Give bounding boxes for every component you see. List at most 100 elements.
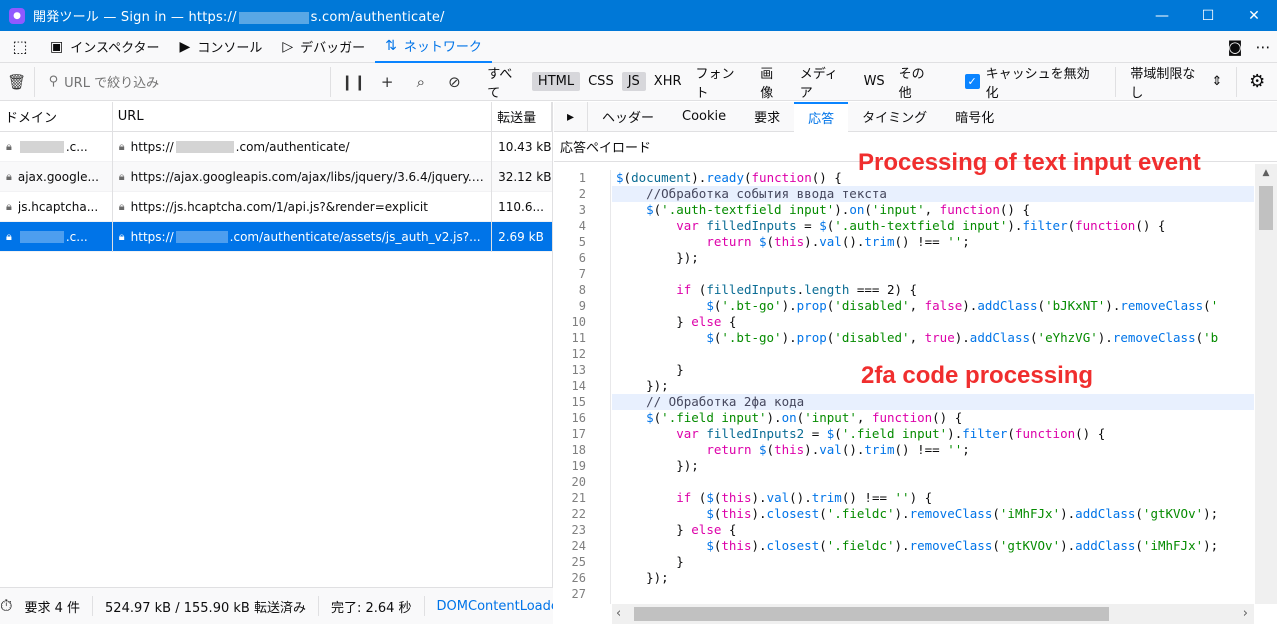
domcontentloaded-time: DOMContentLoaded: [436, 598, 553, 614]
search-icon[interactable]: ⌕: [404, 73, 438, 91]
line-number: 23: [571, 523, 586, 537]
line-number: 20: [571, 475, 586, 489]
type-filters: すべて HTML CSS JS XHR フォント 画像 メディア WS その他: [481, 61, 945, 103]
transfer-summary: 524.97 kB / 155.90 kB 転送済み: [93, 596, 319, 616]
line-number: 21: [571, 491, 586, 505]
scroll-left-icon[interactable]: ‹: [616, 606, 621, 621]
code-line: $(this).closest('.fieldc').removeClass('…: [706, 506, 1219, 521]
screenshot-icon[interactable]: ◙: [1221, 38, 1249, 56]
close-button[interactable]: ✕: [1231, 0, 1277, 31]
clear-requests-icon[interactable]: 🗑: [0, 73, 34, 91]
tab-response[interactable]: 応答: [794, 101, 849, 132]
line-number: 22: [571, 507, 586, 521]
code-line: $('.field input').on('input', function()…: [646, 410, 963, 425]
code-line: }: [616, 554, 684, 569]
scroll-right-icon[interactable]: ›: [1243, 606, 1248, 621]
column-header-size[interactable]: 転送量: [492, 102, 552, 131]
disable-cache-toggle[interactable]: ✓ キャッシュを無効化: [964, 66, 1117, 101]
table-row[interactable]: 🔒︎ .c... 🔒︎ https://.com/authenticate/ 10.…: [0, 131, 552, 162]
filter-css[interactable]: CSS: [582, 72, 620, 91]
code-line: var filledInputs2 = $('.field input').fi…: [676, 426, 1106, 441]
scroll-up-icon[interactable]: ▲: [1255, 168, 1277, 178]
tab-security[interactable]: 暗号化: [941, 102, 1008, 132]
code-line: $('.bt-go').prop('disabled', true).addCl…: [706, 330, 1219, 345]
filter-ws[interactable]: WS: [858, 72, 891, 91]
tab-timings[interactable]: タイミング: [848, 102, 941, 132]
pause-icon[interactable]: ❙❙: [337, 73, 371, 91]
table-row[interactable]: 🔒︎ js.hcaptcha... 🔒︎ https://js.hcaptcha.c…: [0, 191, 552, 222]
throttling-select[interactable]: 帯域制限なし ⇕: [1116, 66, 1238, 101]
url-filter-input[interactable]: ⚲ URL で絞り込み: [33, 66, 331, 97]
code-line: return $(this).val().trim() !== '';: [706, 442, 970, 457]
filter-html[interactable]: HTML: [531, 72, 581, 91]
inspector-icon: ▣: [50, 38, 64, 55]
filter-js[interactable]: JS: [621, 72, 646, 91]
line-number: 4: [578, 219, 586, 233]
code-line: });: [616, 458, 699, 473]
window-title: 開発ツール — Sign in — https://s.com/authenti…: [33, 10, 445, 25]
details-tabs: ▸ ヘッダー Cookie 要求 応答 タイミング 暗号化: [554, 101, 1277, 132]
line-number: 11: [571, 331, 586, 345]
table-row[interactable]: 🔒︎ ajax.google... 🔒︎ https://ajax.googleap…: [0, 161, 552, 192]
minimize-button[interactable]: —: [1139, 0, 1185, 31]
lock-icon: 🔒︎: [6, 169, 12, 183]
column-header-domain[interactable]: ドメイン: [0, 102, 113, 131]
line-number: 2: [578, 187, 586, 201]
code-line: } else {: [616, 314, 737, 329]
checkbox-checked-icon[interactable]: ✓: [964, 74, 980, 89]
add-icon[interactable]: +: [370, 73, 404, 91]
filter-media[interactable]: メディア: [794, 61, 856, 103]
redacted-domain: [19, 230, 64, 243]
code-line: var filledInputs = $('.auth-textfield in…: [676, 218, 1166, 233]
element-picker-button[interactable]: ⬚: [0, 31, 40, 63]
settings-gear-icon[interactable]: ⚙: [1237, 71, 1277, 92]
line-number: 14: [571, 379, 586, 393]
tab-network[interactable]: ⇅ ネットワーク: [375, 31, 492, 63]
line-number: 8: [578, 283, 586, 297]
filter-other[interactable]: その他: [893, 61, 943, 103]
window-titlebar: ● 開発ツール — Sign in — https://s.com/authen…: [0, 0, 1277, 31]
line-number: 28: [554, 602, 610, 604]
filter-images[interactable]: 画像: [754, 61, 791, 103]
meatball-menu-icon[interactable]: ⋯: [1249, 38, 1277, 56]
lock-icon: 🔒︎: [6, 199, 12, 213]
performance-stopwatch-icon[interactable]: ⏱: [0, 596, 12, 616]
tab-inspector[interactable]: ▣ インスペクター: [40, 31, 170, 63]
line-number: 19: [571, 459, 586, 473]
filter-xhr[interactable]: XHR: [648, 72, 688, 91]
tab-headers[interactable]: ヘッダー: [588, 102, 668, 132]
code-line: $(this).closest('.fieldc').removeClass('…: [706, 538, 1219, 553]
tab-console[interactable]: ▶ コンソール: [170, 31, 273, 63]
code-line: });: [616, 250, 699, 265]
code-line: });: [616, 570, 669, 585]
scrollbar-thumb[interactable]: [1259, 186, 1273, 230]
annotation-text-input: Processing of text input event: [858, 149, 1201, 176]
line-number: 13: [571, 363, 586, 377]
line-number: 10: [571, 315, 586, 329]
tab-cookies[interactable]: Cookie: [668, 102, 740, 132]
tab-request[interactable]: 要求: [740, 102, 794, 132]
line-number: 5: [578, 235, 586, 249]
scrollbar-thumb[interactable]: [634, 607, 1109, 621]
line-number: 6: [578, 251, 586, 265]
column-header-url[interactable]: URL: [113, 102, 493, 131]
network-icon: ⇅: [385, 37, 397, 54]
line-number: 7: [578, 267, 586, 281]
line-number: 24: [571, 539, 586, 553]
block-icon[interactable]: ⊘: [438, 73, 472, 91]
tab-debugger[interactable]: ▷ デバッガー: [272, 31, 375, 63]
vertical-scrollbar[interactable]: ▲: [1255, 164, 1277, 604]
network-status-bar: ⏱ 要求 4 件 524.97 kB / 155.90 kB 転送済み 完了: …: [0, 587, 553, 624]
filter-icon: ⚲: [48, 74, 59, 89]
filter-fonts[interactable]: フォント: [690, 61, 753, 103]
chevron-updown-icon: ⇕: [1211, 74, 1223, 89]
horizontal-scrollbar[interactable]: ‹ ›: [612, 604, 1254, 624]
line-number: 12: [571, 347, 586, 361]
line-number: 16: [571, 411, 586, 425]
filter-all[interactable]: すべて: [481, 61, 530, 103]
table-row-selected[interactable]: 🔒︎ .c... 🔒︎ https://.com/authenticate/asse…: [0, 221, 552, 252]
maximize-button[interactable]: ☐: [1185, 0, 1231, 31]
toggle-sidebar-icon[interactable]: ▸: [554, 101, 588, 132]
lock-icon: 🔒︎: [118, 139, 125, 153]
